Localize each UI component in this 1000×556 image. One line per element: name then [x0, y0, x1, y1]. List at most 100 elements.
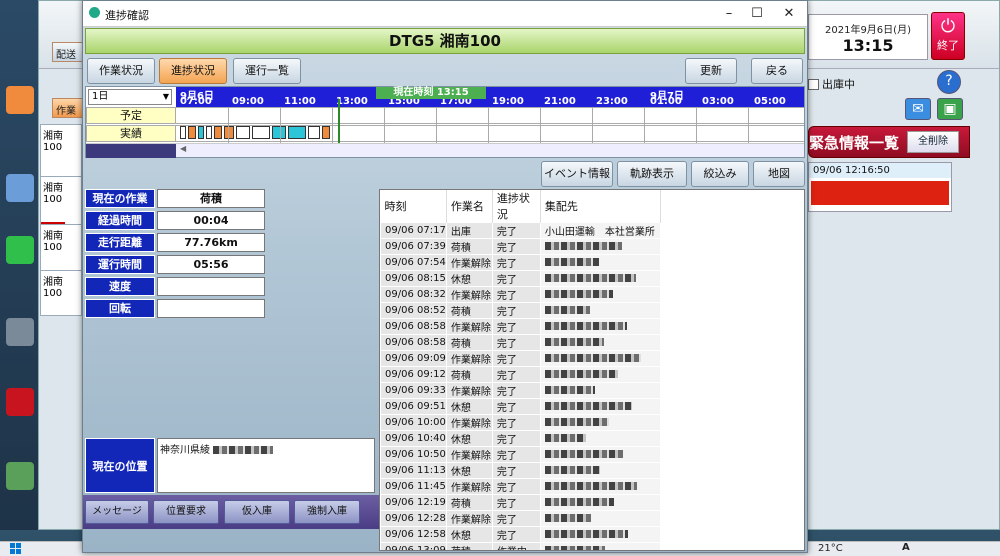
table-row[interactable]: 09/06 09:51 休憩 完了: [380, 398, 661, 415]
table-row[interactable]: 09/06 09:33 作業解除 完了: [380, 382, 661, 399]
table-row[interactable]: 09/06 10:40 休憩 完了: [380, 430, 661, 447]
table-row[interactable]: 09/06 08:15 休憩 完了: [380, 270, 661, 287]
force-garage-button[interactable]: 強制入庫: [294, 500, 360, 524]
table-cell: 09/06 09:12: [380, 366, 447, 383]
table-cell: 作業解除: [445, 478, 493, 495]
table-cell: 出庫: [445, 222, 493, 239]
garage-checkbox[interactable]: 出庫中: [808, 76, 855, 92]
column-header[interactable]: 集配先: [540, 190, 661, 223]
scroll-left-icon[interactable]: ◀: [180, 144, 186, 153]
table-row[interactable]: 09/06 08:52 荷積 完了: [380, 302, 661, 319]
table-row[interactable]: 09/06 11:13 休憩 完了: [380, 462, 661, 479]
app-shortcut-icon[interactable]: [6, 318, 34, 346]
hour-label: 03:00: [702, 96, 734, 107]
emergency-entry-time: 09/06 12:16:50: [809, 163, 951, 178]
range-select[interactable]: 1日 ▼: [88, 89, 172, 105]
table-row[interactable]: 09/06 07:39 荷積 完了: [380, 238, 661, 255]
table-cell: 完了: [491, 222, 541, 239]
table-cell: 休憩: [445, 430, 493, 447]
column-header[interactable]: 進捗状況: [492, 190, 541, 223]
event-info-button[interactable]: イベント情報: [541, 161, 613, 187]
actual-segment: [224, 126, 234, 139]
location-request-button[interactable]: 位置要求: [153, 500, 219, 524]
table-row[interactable]: 09/06 09:12 荷積 完了: [380, 366, 661, 383]
close-button[interactable]: ✕: [775, 5, 803, 23]
column-header[interactable]: 作業名: [446, 190, 493, 223]
table-cell: [539, 302, 661, 319]
table-cell: [539, 350, 661, 367]
table-row[interactable]: 09/06 12:19 荷積 完了: [380, 494, 661, 511]
app-shortcut-icon[interactable]: [6, 462, 34, 490]
help-icon[interactable]: ?: [937, 70, 961, 94]
line-app-icon[interactable]: [6, 236, 34, 264]
monitor-icon[interactable]: ▣: [937, 98, 963, 120]
table-row[interactable]: 09/06 08:32 作業解除 完了: [380, 286, 661, 303]
bg-vehicle-card[interactable]: 湘南100: [40, 270, 82, 316]
mail-icon[interactable]: ✉: [905, 98, 931, 120]
filter-button[interactable]: 絞込み: [691, 161, 749, 187]
emergency-list[interactable]: 09/06 12:16:50: [808, 162, 952, 212]
app-shortcut-icon[interactable]: [6, 174, 34, 202]
operation-time-value: 05:56: [157, 255, 265, 274]
dialog-titlebar: 進捗確認 – ☐ ✕: [83, 1, 807, 27]
update-button[interactable]: 更新: [685, 58, 737, 84]
table-row[interactable]: 09/06 12:28 作業解除 完了: [380, 510, 661, 527]
location-label: 現在の位置: [85, 438, 155, 493]
hour-label: 01:00: [650, 96, 682, 107]
exit-button[interactable]: ⏻ 終了: [931, 12, 965, 60]
table-row[interactable]: 09/06 09:09 作業解除 完了: [380, 350, 661, 367]
back-button[interactable]: 戻る: [751, 58, 803, 84]
tab-work-status[interactable]: 作業状況: [87, 58, 155, 84]
map-button[interactable]: 地図: [753, 161, 805, 187]
bg-tab-delivery[interactable]: 配送: [52, 42, 84, 62]
table-row[interactable]: 09/06 13:09荷積作業中: [380, 542, 661, 550]
table-row[interactable]: 09/06 11:45 作業解除 完了: [380, 478, 661, 495]
tab-progress-status[interactable]: 進捗状況: [159, 58, 227, 84]
table-cell: 09/06 12:58: [380, 526, 447, 543]
table-cell: 09/06 09:09: [380, 350, 447, 367]
table-row[interactable]: 09/06 12:58 休憩 完了: [380, 526, 661, 543]
location-value: 神奈川県綾: [157, 438, 375, 493]
table-cell: [539, 478, 661, 495]
progress-table[interactable]: 時刻 作業名 進捗状況 集配先 09/06 07:17 出庫 完了 小山田運輸 本社営…: [379, 189, 805, 551]
maximize-button[interactable]: ☐: [743, 5, 771, 23]
actual-segment: [214, 126, 222, 139]
ime-indicator[interactable]: A: [902, 542, 910, 553]
table-row[interactable]: 09/06 08:58 作業解除 完了: [380, 318, 661, 335]
power-icon: ⏻: [940, 16, 956, 37]
table-cell: [539, 510, 661, 527]
table-row[interactable]: 09/06 07:17 出庫 完了 小山田運輸 本社営業所: [380, 222, 661, 239]
table-cell: 作業解除: [445, 510, 493, 527]
dialog-title: 進捗確認: [105, 9, 149, 22]
bg-tab-work[interactable]: 作業: [52, 98, 84, 118]
windows-start-icon[interactable]: [10, 543, 22, 555]
timeline-scrollbar[interactable]: ◀: [86, 143, 804, 158]
table-row[interactable]: 09/06 07:54 作業解除 完了: [380, 254, 661, 271]
minimize-button[interactable]: –: [715, 5, 743, 23]
app-shortcut-icon[interactable]: [6, 86, 34, 114]
actual-segment: [252, 126, 270, 139]
table-cell: 完了: [491, 446, 541, 463]
table-cell: [539, 366, 661, 383]
column-header[interactable]: 時刻: [380, 190, 447, 223]
table-cell: [539, 286, 661, 303]
table-row[interactable]: 09/06 10:00 作業解除 完了: [380, 414, 661, 431]
table-cell: 完了: [491, 462, 541, 479]
actual-row: [176, 125, 804, 142]
table-cell: 完了: [491, 302, 541, 319]
message-button[interactable]: メッセージ: [85, 500, 149, 524]
table-cell: [539, 254, 661, 271]
table-row[interactable]: 09/06 08:58 荷積 完了: [380, 334, 661, 351]
rpm-value: [157, 299, 265, 318]
table-row[interactable]: 09/06 10:50 作業解除 完了: [380, 446, 661, 463]
table-cell: [539, 382, 661, 399]
clear-all-button[interactable]: 全削除: [907, 131, 959, 153]
clock-display: 2021年9月6日(月) 13:15: [808, 14, 928, 60]
table-cell: 荷積: [445, 494, 493, 511]
hour-label: 05:00: [754, 96, 786, 107]
emergency-entry[interactable]: [811, 181, 949, 205]
track-display-button[interactable]: 軌跡表示: [617, 161, 687, 187]
tab-operation-list[interactable]: 運行一覧: [233, 58, 301, 84]
temporary-garage-button[interactable]: 仮入庫: [224, 500, 290, 524]
acrobat-icon[interactable]: [6, 388, 34, 416]
